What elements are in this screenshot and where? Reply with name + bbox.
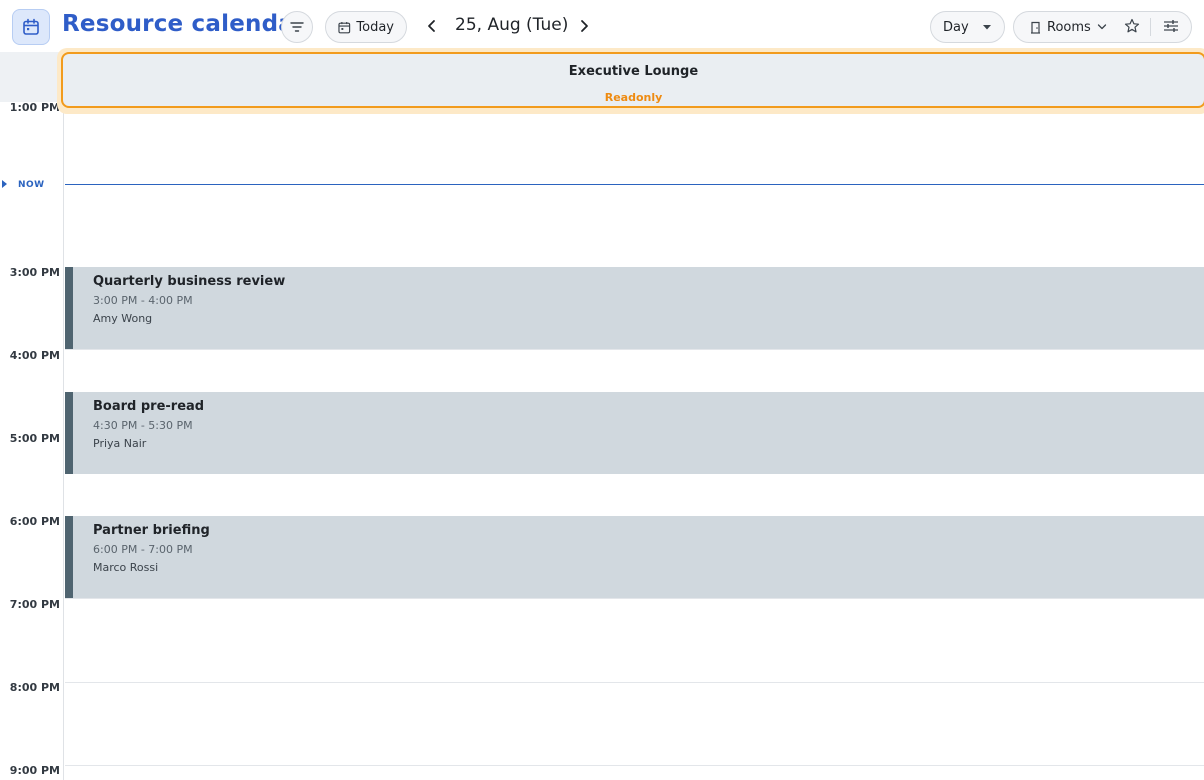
- chevron-down-icon: [1097, 24, 1106, 30]
- filter-icon: [290, 22, 304, 32]
- now-line: [65, 184, 1204, 185]
- resource-header-executive-lounge[interactable]: Executive Lounge Readonly: [61, 52, 1204, 108]
- time-label: 1:00 PM: [9, 101, 60, 114]
- event-title: Partner briefing: [93, 523, 210, 538]
- time-label: 4:00 PM: [9, 349, 60, 362]
- current-date: 25, Aug (Tue): [455, 15, 569, 35]
- today-button[interactable]: Today: [325, 11, 407, 43]
- chevron-right-icon: [581, 20, 588, 32]
- today-label: Today: [356, 19, 394, 35]
- event-quarterly-business-review[interactable]: Quarterly business review 3:00 PM - 4:00…: [65, 267, 1204, 349]
- view-label: Day: [943, 19, 969, 35]
- hour-line: [65, 682, 1204, 683]
- sliders-icon: [1164, 20, 1178, 32]
- event-organizer: Marco Rossi: [93, 561, 159, 574]
- time-column-header: [0, 52, 64, 102]
- calendar-icon: [23, 18, 39, 35]
- star-icon: [1124, 18, 1140, 33]
- time-label: 9:00 PM: [9, 764, 60, 777]
- filter-button[interactable]: [281, 11, 313, 43]
- next-day-button[interactable]: [571, 13, 597, 39]
- rooms-label: Rooms: [1047, 19, 1091, 35]
- time-label: 3:00 PM: [9, 266, 60, 279]
- event-organizer: Amy Wong: [93, 312, 153, 325]
- calendar-small-icon: [338, 21, 351, 33]
- event-time: 6:00 PM - 7:00 PM: [93, 543, 193, 556]
- event-time: 3:00 PM - 4:00 PM: [93, 294, 193, 307]
- time-label: 7:00 PM: [9, 598, 60, 611]
- now-label: NOW: [18, 180, 45, 190]
- resource-name: Executive Lounge: [568, 64, 699, 79]
- readonly-badge: Readonly: [604, 91, 663, 104]
- calendar-app-icon[interactable]: [12, 9, 50, 45]
- time-column: [0, 52, 64, 780]
- event-title: Board pre-read: [93, 399, 205, 414]
- caret-down-icon: [983, 25, 991, 30]
- toolbar-divider: [1150, 18, 1151, 36]
- event-time: 4:30 PM - 5:30 PM: [93, 419, 193, 432]
- event-title: Quarterly business review: [93, 274, 286, 289]
- time-label: 6:00 PM: [9, 515, 60, 528]
- event-board-pre-read[interactable]: Board pre-read 4:30 PM - 5:30 PM Priya N…: [65, 392, 1204, 474]
- page-title: Resource calendar: [62, 11, 306, 37]
- top-bar: Resource calendar Today 25, Aug (Tue) Da…: [0, 0, 1204, 52]
- chevron-left-icon: [428, 20, 435, 32]
- view-select[interactable]: Day: [930, 11, 1005, 43]
- event-organizer: Priya Nair: [93, 437, 147, 450]
- hour-line: [65, 349, 1204, 350]
- now-marker-icon: [2, 180, 7, 188]
- previous-day-button[interactable]: [419, 13, 445, 39]
- settings-button[interactable]: [1158, 13, 1184, 39]
- favorite-button[interactable]: [1119, 13, 1145, 39]
- hour-line: [65, 598, 1204, 599]
- hour-line: [65, 765, 1204, 766]
- time-label: 5:00 PM: [9, 432, 60, 445]
- door-icon: [1031, 21, 1040, 34]
- time-label: 8:00 PM: [9, 681, 60, 694]
- event-partner-briefing[interactable]: Partner briefing 6:00 PM - 7:00 PM Marco…: [65, 516, 1204, 598]
